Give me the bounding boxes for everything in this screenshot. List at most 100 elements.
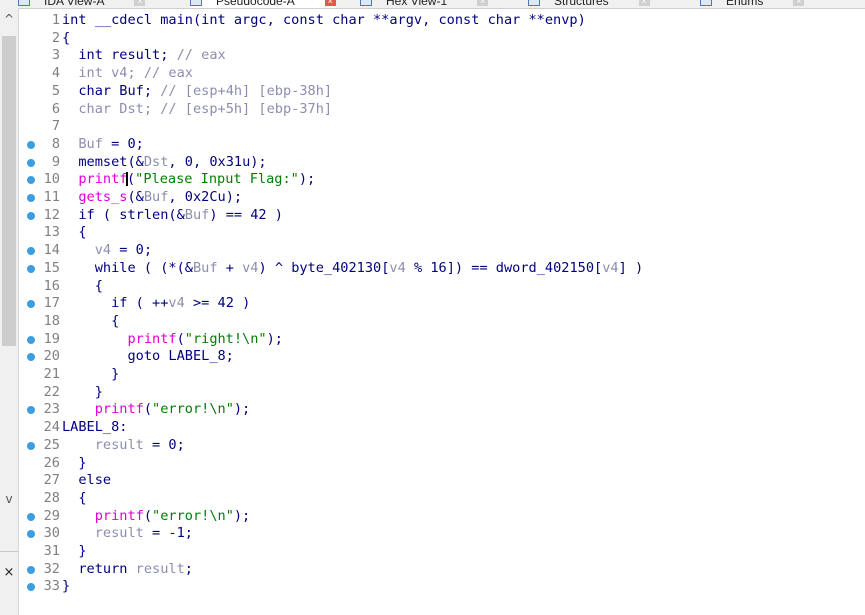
code-token: ] ): [618, 259, 644, 276]
code-line[interactable]: 22 }: [19, 384, 865, 402]
code-line[interactable]: 8 Buf = 0;: [19, 136, 865, 154]
tab-structures[interactable]: Structures ×: [528, 0, 650, 8]
code-token: char Buf;: [62, 82, 161, 99]
scrollbar-divider: [0, 551, 18, 552]
code-text: goto LABEL_8;: [62, 348, 233, 366]
code-line[interactable]: 28 {: [19, 490, 865, 508]
scrollbar-thumb[interactable]: [2, 36, 16, 346]
code-text: }: [62, 384, 103, 402]
scroll-up-button[interactable]: ^: [0, 10, 18, 28]
code-token: ) == 42 ): [209, 206, 283, 223]
code-token: LABEL_8:: [62, 419, 128, 436]
code-text: char Dst; // [esp+5h] [ebp-37h]: [62, 101, 332, 119]
code-token: v4: [62, 242, 112, 259]
tab-close-icon[interactable]: ×: [134, 0, 146, 6]
code-line[interactable]: 12 if ( strlen(&Buf) == 42 ): [19, 207, 865, 225]
code-line[interactable]: 24 LABEL_8:: [19, 419, 865, 437]
code-token: result: [62, 525, 144, 542]
code-token: );: [233, 507, 251, 524]
code-token: }: [62, 454, 87, 471]
tab-close-icon[interactable]: ×: [477, 0, 489, 6]
tab-enums[interactable]: Enums ×: [700, 0, 805, 8]
code-line[interactable]: 20 goto LABEL_8;: [19, 348, 865, 366]
line-number: 2: [51, 29, 60, 46]
code-line[interactable]: 1 int __cdecl main(int argc, const char *…: [19, 12, 865, 30]
code-text: printf("error!\n");: [62, 401, 251, 419]
code-line[interactable]: 6 char Dst; // [esp+5h] [ebp-37h]: [19, 101, 865, 119]
code-token: // eax: [143, 65, 193, 82]
code-line[interactable]: 16 {: [19, 278, 865, 296]
code-token: "error!\n": [152, 507, 234, 524]
code-line[interactable]: 32 return result;: [19, 561, 865, 579]
code-text: int __cdecl main(int argc, const char **…: [62, 12, 586, 30]
code-line[interactable]: 33}: [19, 578, 865, 596]
code-line[interactable]: 29 printf("error!\n");: [19, 508, 865, 526]
line-number: 12: [43, 206, 60, 223]
tab-pseudocode-a[interactable]: Pseudocode-A ×: [190, 0, 336, 8]
code-text: }: [62, 366, 119, 384]
tab-label: IDA View-A: [44, 0, 105, 8]
line-number: 26: [43, 454, 60, 471]
code-token: v4: [602, 259, 619, 276]
code-token: >= 42 ): [184, 295, 251, 312]
code-text: int v4; // eax: [62, 65, 193, 83]
code-line[interactable]: 31 }: [19, 543, 865, 561]
code-line[interactable]: 14 v4 = 0;: [19, 242, 865, 260]
tab-label: Pseudocode-A: [216, 0, 295, 8]
line-number: 3: [51, 47, 60, 64]
line-number: 4: [51, 65, 60, 82]
code-text: {: [62, 224, 86, 242]
code-text: result = -1;: [62, 525, 193, 543]
close-icon[interactable]: ×: [0, 564, 18, 582]
code-line[interactable]: 21 }: [19, 366, 865, 384]
code-text: {: [62, 278, 103, 296]
code-line[interactable]: 18 {: [19, 313, 865, 331]
line-number: 28: [43, 489, 60, 506]
code-line[interactable]: 26 }: [19, 455, 865, 473]
tab-ida-view-a[interactable]: IDA View-A ×: [18, 0, 146, 8]
view-icon: [528, 0, 540, 6]
tab-close-icon[interactable]: ×: [324, 0, 336, 6]
code-line[interactable]: 4 int v4; // eax: [19, 65, 865, 83]
line-number: 31: [43, 543, 60, 559]
code-line[interactable]: 10 printf("Please Input Flag:");: [19, 171, 865, 189]
code-line[interactable]: 3 int result; // eax: [19, 47, 865, 65]
line-number: 27: [43, 472, 60, 489]
code-line[interactable]: 15 while ( (*(&Buf + v4) ^ byte_402130[v…: [19, 260, 865, 278]
code-token: // [esp+5h] [ebp-37h]: [160, 100, 333, 117]
line-number: 1: [51, 12, 60, 28]
code-line[interactable]: 13 {: [19, 224, 865, 242]
code-token: {: [62, 29, 71, 46]
code-line[interactable]: 11 gets_s(&Buf, 0x2Cu);: [19, 189, 865, 207]
code-line[interactable]: 5 char Buf; // [esp+4h] [ebp-38h]: [19, 83, 865, 101]
code-text: {: [62, 313, 119, 331]
code-text: }: [62, 454, 87, 473]
code-line[interactable]: 30 result = -1;: [19, 525, 865, 543]
code-token: v4: [242, 259, 259, 276]
code-line[interactable]: 19 printf("right!\n");: [19, 331, 865, 349]
code-token: Buf: [143, 189, 169, 205]
tab-hex-view-1[interactable]: Hex View-1 ×: [360, 0, 489, 8]
code-text: if ( ++v4 >= 42 ): [62, 295, 250, 313]
code-line[interactable]: 7: [19, 118, 865, 136]
view-icon: [190, 0, 202, 6]
line-number: 5: [51, 82, 60, 99]
scroll-down-button[interactable]: v: [0, 490, 18, 508]
code-token: int result;: [62, 47, 177, 64]
code-line[interactable]: 27 else: [19, 472, 865, 490]
code-token: else: [62, 472, 112, 489]
line-number: 30: [43, 525, 60, 542]
code-line[interactable]: 25 result = 0;: [19, 437, 865, 455]
vertical-scrollbar[interactable]: ^ v ×: [0, 8, 19, 615]
code-line[interactable]: 17 if ( ++v4 >= 42 ): [19, 295, 865, 313]
line-number: 9: [51, 153, 60, 170]
tab-close-icon[interactable]: ×: [638, 0, 650, 6]
tab-close-icon[interactable]: ×: [793, 0, 805, 6]
code-line[interactable]: 23 printf("error!\n");: [19, 401, 865, 419]
code-text: printf("error!\n");: [62, 507, 251, 526]
code-token: int v4;: [62, 65, 144, 82]
code-line[interactable]: 2{: [19, 30, 865, 48]
code-text: {: [62, 490, 86, 508]
line-number: 19: [43, 330, 60, 347]
code-line[interactable]: 9 memset(&Dst, 0, 0x31u);: [19, 154, 865, 172]
